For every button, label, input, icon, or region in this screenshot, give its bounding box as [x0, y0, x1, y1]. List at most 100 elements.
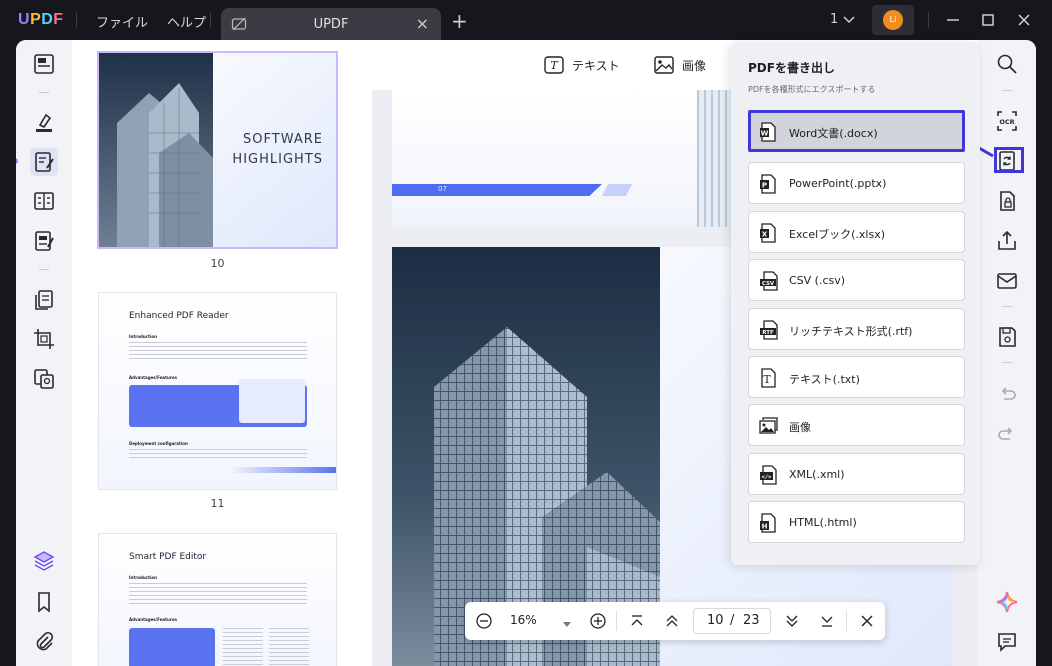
export-panel-subtitle: PDFを各種形式にエクスポートする	[748, 85, 876, 94]
tab-count[interactable]: 1	[830, 12, 838, 27]
share-icon[interactable]	[995, 229, 1019, 253]
excel-badge: X	[762, 231, 768, 239]
menu-help[interactable]: ヘルプ	[167, 12, 206, 31]
export-image-label: 画像	[789, 421, 811, 434]
close-window-icon[interactable]	[1017, 10, 1031, 34]
ocr-icon[interactable]: OCR	[995, 109, 1019, 133]
thumbnail-feature-block	[129, 628, 215, 666]
svg-text:T: T	[550, 59, 559, 72]
export-word-button[interactable]: W Word文書(.docx)	[748, 110, 965, 152]
page-number-label: 07	[438, 185, 447, 193]
next-page-icon[interactable]	[784, 612, 800, 634]
layers-icon[interactable]	[32, 549, 56, 573]
zoom-level[interactable]: 16%	[510, 613, 537, 627]
thumbnail-page-10[interactable]: SOFTWARE HIGHLIGHTS	[99, 53, 336, 247]
first-page-icon[interactable]	[629, 612, 645, 634]
export-txt-button[interactable]: T テキスト(.txt)	[748, 356, 965, 398]
previous-page-icon[interactable]	[664, 612, 680, 634]
add-text-label: テキスト	[572, 59, 620, 73]
title-divider	[76, 12, 77, 28]
thumbnail-text-lines	[269, 628, 309, 666]
thumbnail-text-lines	[223, 628, 263, 666]
bookmark-icon[interactable]	[32, 590, 56, 614]
chevron-down-icon[interactable]	[842, 12, 856, 31]
highlighter-icon[interactable]	[32, 111, 56, 135]
add-image-label: 画像	[682, 59, 707, 73]
svg-text:OCR: OCR	[999, 118, 1014, 126]
thumbnail-page-12[interactable]: Smart PDF Editor Introduction Advantages…	[99, 534, 336, 666]
thumbnail-page-11[interactable]: Enhanced PDF Reader Introduction Advanta…	[99, 293, 336, 489]
redo-icon[interactable]	[995, 422, 1019, 446]
current-page: 10	[707, 613, 724, 628]
powerpoint-icon: P	[759, 174, 777, 198]
page-number-input[interactable]: 10 / 23	[693, 608, 771, 634]
export-pdf-panel: PDFを書き出し PDFを各種形式にエクスポートする W Word文書(.doc…	[731, 42, 980, 565]
close-zoom-bar-icon[interactable]	[859, 612, 875, 634]
account-button[interactable]: Li	[872, 5, 914, 35]
organize-pages-icon[interactable]	[32, 288, 56, 312]
export-csv-button[interactable]: CSV CSV (.csv)	[748, 259, 965, 301]
avatar: Li	[883, 10, 903, 30]
export-html-button[interactable]: H HTML(.html)	[748, 501, 965, 543]
toolbar-divider	[1002, 90, 1012, 91]
attachment-icon[interactable]	[32, 630, 56, 654]
export-excel-button[interactable]: X Excelブック(.xlsx)	[748, 211, 965, 253]
word-icon: W	[759, 122, 777, 146]
export-panel-title: PDFを書き出し	[748, 61, 835, 75]
thumbnail-subheading: Introduction	[129, 575, 157, 580]
maximize-icon[interactable]	[981, 10, 995, 34]
page-accent-bar	[392, 184, 602, 196]
zoom-out-icon[interactable]	[475, 612, 493, 634]
thumbnail-subheading: Advantages/Features	[129, 617, 177, 622]
zoom-dropdown-icon[interactable]	[562, 615, 572, 634]
comment-icon[interactable]	[995, 630, 1019, 654]
edit-pdf-icon[interactable]	[30, 148, 58, 176]
export-powerpoint-button[interactable]: P PowerPoint(.pptx)	[748, 162, 965, 204]
thumbnail-page-number: 10	[210, 257, 225, 270]
zoom-in-icon[interactable]	[589, 612, 607, 634]
undo-icon[interactable]	[995, 382, 1019, 406]
document-tab[interactable]: UPDF ×	[221, 8, 441, 40]
thumbnail-heading: Enhanced PDF Reader	[129, 311, 229, 321]
ai-assistant-icon[interactable]	[995, 590, 1019, 614]
reader-icon[interactable]	[32, 52, 56, 76]
toolbar-divider	[1002, 362, 1012, 363]
powerpoint-badge: P	[762, 182, 767, 190]
export-image-button[interactable]: 画像	[748, 404, 965, 446]
left-toolbar	[16, 40, 72, 666]
thumbnail-footer-bar	[229, 467, 336, 473]
menu-file[interactable]: ファイル	[96, 12, 148, 31]
title-divider	[928, 12, 929, 28]
thumbnail-text-lines	[129, 449, 307, 459]
export-txt-label: テキスト(.txt)	[789, 373, 860, 386]
export-word-label: Word文書(.docx)	[789, 127, 878, 140]
toolbar-divider	[39, 269, 49, 270]
thumbnail-heading: SOFTWARE HIGHLIGHTS	[232, 132, 323, 167]
image-tool-icon	[654, 56, 674, 74]
export-csv-label: CSV (.csv)	[789, 274, 846, 287]
export-excel-label: Excelブック(.xlsx)	[789, 228, 886, 241]
form-icon[interactable]	[32, 189, 56, 213]
search-icon[interactable]	[995, 52, 1019, 76]
tab-close-icon[interactable]: ×	[416, 14, 429, 33]
export-rtf-button[interactable]: RTF リッチテキスト形式(.rtf)	[748, 308, 965, 350]
protect-pdf-icon[interactable]	[995, 189, 1019, 213]
fill-sign-icon[interactable]	[32, 229, 56, 253]
tools-icon[interactable]	[32, 367, 56, 391]
excel-icon: X	[759, 223, 777, 247]
crop-icon[interactable]	[32, 327, 56, 351]
email-icon[interactable]	[995, 269, 1019, 293]
xml-icon: </>	[759, 465, 779, 489]
zoom-divider	[846, 611, 847, 631]
export-xml-button[interactable]: </> XML(.xml)	[748, 453, 965, 495]
thumbnail-heading: Smart PDF Editor	[129, 552, 207, 562]
new-tab-icon[interactable]: +	[451, 9, 468, 33]
last-page-icon[interactable]	[819, 612, 835, 634]
export-xml-label: XML(.xml)	[789, 468, 845, 481]
title-bar: UPDF ファイル ヘルプ UPDF × + 1 Li	[0, 0, 1052, 40]
minimize-icon[interactable]	[945, 10, 961, 34]
rtf-badge: RTF	[762, 330, 774, 336]
zoom-divider	[616, 611, 617, 631]
save-icon[interactable]	[995, 325, 1019, 349]
image-icon	[759, 416, 779, 440]
